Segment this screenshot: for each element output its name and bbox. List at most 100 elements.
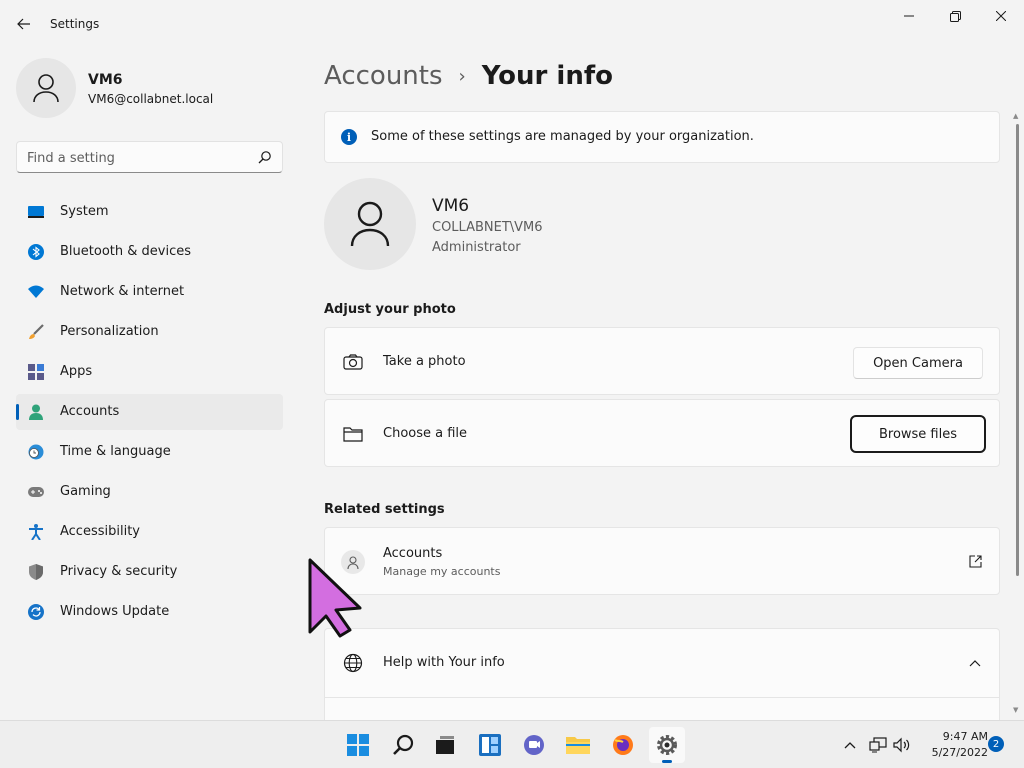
file-explorer-button[interactable] — [560, 727, 596, 763]
sidebar-item-accounts[interactable]: Accounts — [16, 394, 283, 430]
taskbar-search-button[interactable] — [385, 727, 421, 763]
start-button[interactable] — [340, 727, 376, 763]
shield-icon — [28, 564, 44, 580]
divider — [325, 697, 999, 698]
sidebar-item-label: Time & language — [60, 444, 171, 459]
scroll-up-arrow-icon[interactable]: ▲ — [1013, 112, 1018, 120]
sidebar-nav: System Bluetooth & devices Network & int… — [16, 194, 283, 634]
volume-icon — [893, 737, 910, 753]
monitor-icon — [28, 204, 44, 220]
volume-tray-button[interactable] — [892, 735, 912, 755]
clock-date: 5/27/2022 — [931, 746, 988, 759]
take-photo-label: Take a photo — [383, 354, 466, 369]
sidebar-item-label: Bluetooth & devices — [60, 244, 191, 259]
search-icon — [393, 734, 414, 755]
app-title: Settings — [50, 17, 100, 31]
external-link-icon — [969, 555, 982, 568]
scroll-down-arrow-icon[interactable]: ▼ — [1013, 706, 1018, 714]
minimize-icon — [904, 15, 914, 17]
close-button[interactable] — [978, 0, 1024, 32]
browse-files-button[interactable]: Browse files — [850, 415, 986, 453]
brush-icon — [28, 324, 44, 340]
user-info: VM6 COLLABNET\VM6 Administrator — [324, 178, 724, 272]
search-box[interactable] — [16, 141, 283, 173]
open-camera-button[interactable]: Open Camera — [853, 347, 983, 379]
avatar — [16, 58, 76, 118]
related-accounts-subtitle: Manage my accounts — [383, 565, 501, 578]
clock[interactable]: 9:47 AM 5/27/2022 — [918, 729, 988, 761]
adjust-photo-header: Adjust your photo — [324, 302, 456, 317]
person-icon — [28, 404, 44, 420]
sidebar-item-privacy-security[interactable]: Privacy & security — [16, 554, 283, 590]
show-hidden-icons-button[interactable] — [840, 735, 860, 755]
wifi-icon — [28, 284, 44, 300]
sidebar-item-network[interactable]: Network & internet — [16, 274, 283, 310]
user-domain: COLLABNET\VM6 — [432, 220, 543, 235]
info-icon: i — [341, 129, 357, 145]
chat-icon — [524, 735, 544, 755]
restore-icon — [949, 10, 961, 22]
notification-badge[interactable]: 2 — [988, 736, 1004, 752]
network-icon — [869, 737, 887, 753]
apps-icon — [28, 364, 44, 380]
widgets-button[interactable] — [472, 727, 508, 763]
sidebar-profile[interactable]: VM6 VM6@collabnet.local — [16, 58, 276, 118]
sidebar-item-label: Personalization — [60, 324, 159, 339]
globe-icon — [342, 652, 364, 674]
firefox-button[interactable] — [605, 727, 641, 763]
sidebar-item-label: Privacy & security — [60, 564, 178, 579]
user-name: VM6 — [432, 196, 470, 216]
breadcrumb: Accounts › Your info — [324, 56, 613, 96]
search-icon — [258, 151, 271, 164]
sidebar-item-gaming[interactable]: Gaming — [16, 474, 283, 510]
sidebar-item-label: Windows Update — [60, 604, 170, 619]
sidebar-item-system[interactable]: System — [16, 194, 283, 230]
bluetooth-icon — [28, 244, 44, 260]
page-title: Your info — [481, 61, 614, 91]
start-icon — [347, 734, 369, 756]
restore-button[interactable] — [932, 0, 978, 32]
update-icon — [28, 604, 44, 620]
mouse-cursor-icon — [308, 558, 362, 638]
breadcrumb-parent[interactable]: Accounts — [324, 61, 443, 91]
taskbar: 9:47 AM 5/27/2022 — [0, 720, 1024, 768]
choose-file-label: Choose a file — [383, 426, 468, 441]
chevron-up-icon — [844, 742, 856, 749]
sidebar-item-label: Network & internet — [60, 284, 185, 299]
file-explorer-icon — [566, 737, 590, 754]
gamepad-icon — [28, 484, 44, 500]
related-settings-header: Related settings — [324, 502, 445, 517]
task-view-button[interactable] — [427, 727, 463, 763]
sidebar-item-personalization[interactable]: Personalization — [16, 314, 283, 350]
help-title: Help with Your info — [383, 655, 505, 670]
sidebar-item-bluetooth[interactable]: Bluetooth & devices — [16, 234, 283, 270]
settings-taskbar-button[interactable] — [649, 727, 685, 763]
task-view-icon — [436, 736, 454, 754]
profile-name: VM6 — [88, 72, 123, 88]
avatar — [324, 178, 416, 270]
chevron-up-icon[interactable] — [969, 659, 981, 667]
user-role: Administrator — [432, 240, 521, 255]
chat-button[interactable] — [516, 727, 552, 763]
sidebar-item-windows-update[interactable]: Windows Update — [16, 594, 283, 630]
sidebar-item-time-language[interactable]: Time & language — [16, 434, 283, 470]
camera-icon — [342, 351, 364, 373]
related-accounts-row[interactable]: Accounts Manage my accounts — [324, 527, 1000, 595]
sidebar-item-label: System — [60, 204, 109, 219]
globe-clock-icon — [28, 444, 44, 460]
sidebar-item-accessibility[interactable]: Accessibility — [16, 514, 283, 550]
help-expander[interactable]: Help with Your info — [324, 628, 1000, 728]
sidebar-item-apps[interactable]: Apps — [16, 354, 283, 390]
close-icon — [996, 11, 1006, 21]
search-input[interactable] — [27, 149, 247, 167]
active-indicator — [662, 760, 672, 763]
accessibility-icon — [28, 524, 44, 540]
settings-icon — [657, 735, 677, 755]
related-accounts-title: Accounts — [383, 546, 443, 561]
minimize-button[interactable] — [886, 0, 932, 32]
back-button[interactable] — [10, 12, 38, 36]
back-arrow-icon — [17, 18, 30, 30]
scrollbar-thumb[interactable] — [1016, 124, 1019, 576]
sidebar-item-label: Gaming — [60, 484, 111, 499]
network-tray-button[interactable] — [868, 735, 888, 755]
